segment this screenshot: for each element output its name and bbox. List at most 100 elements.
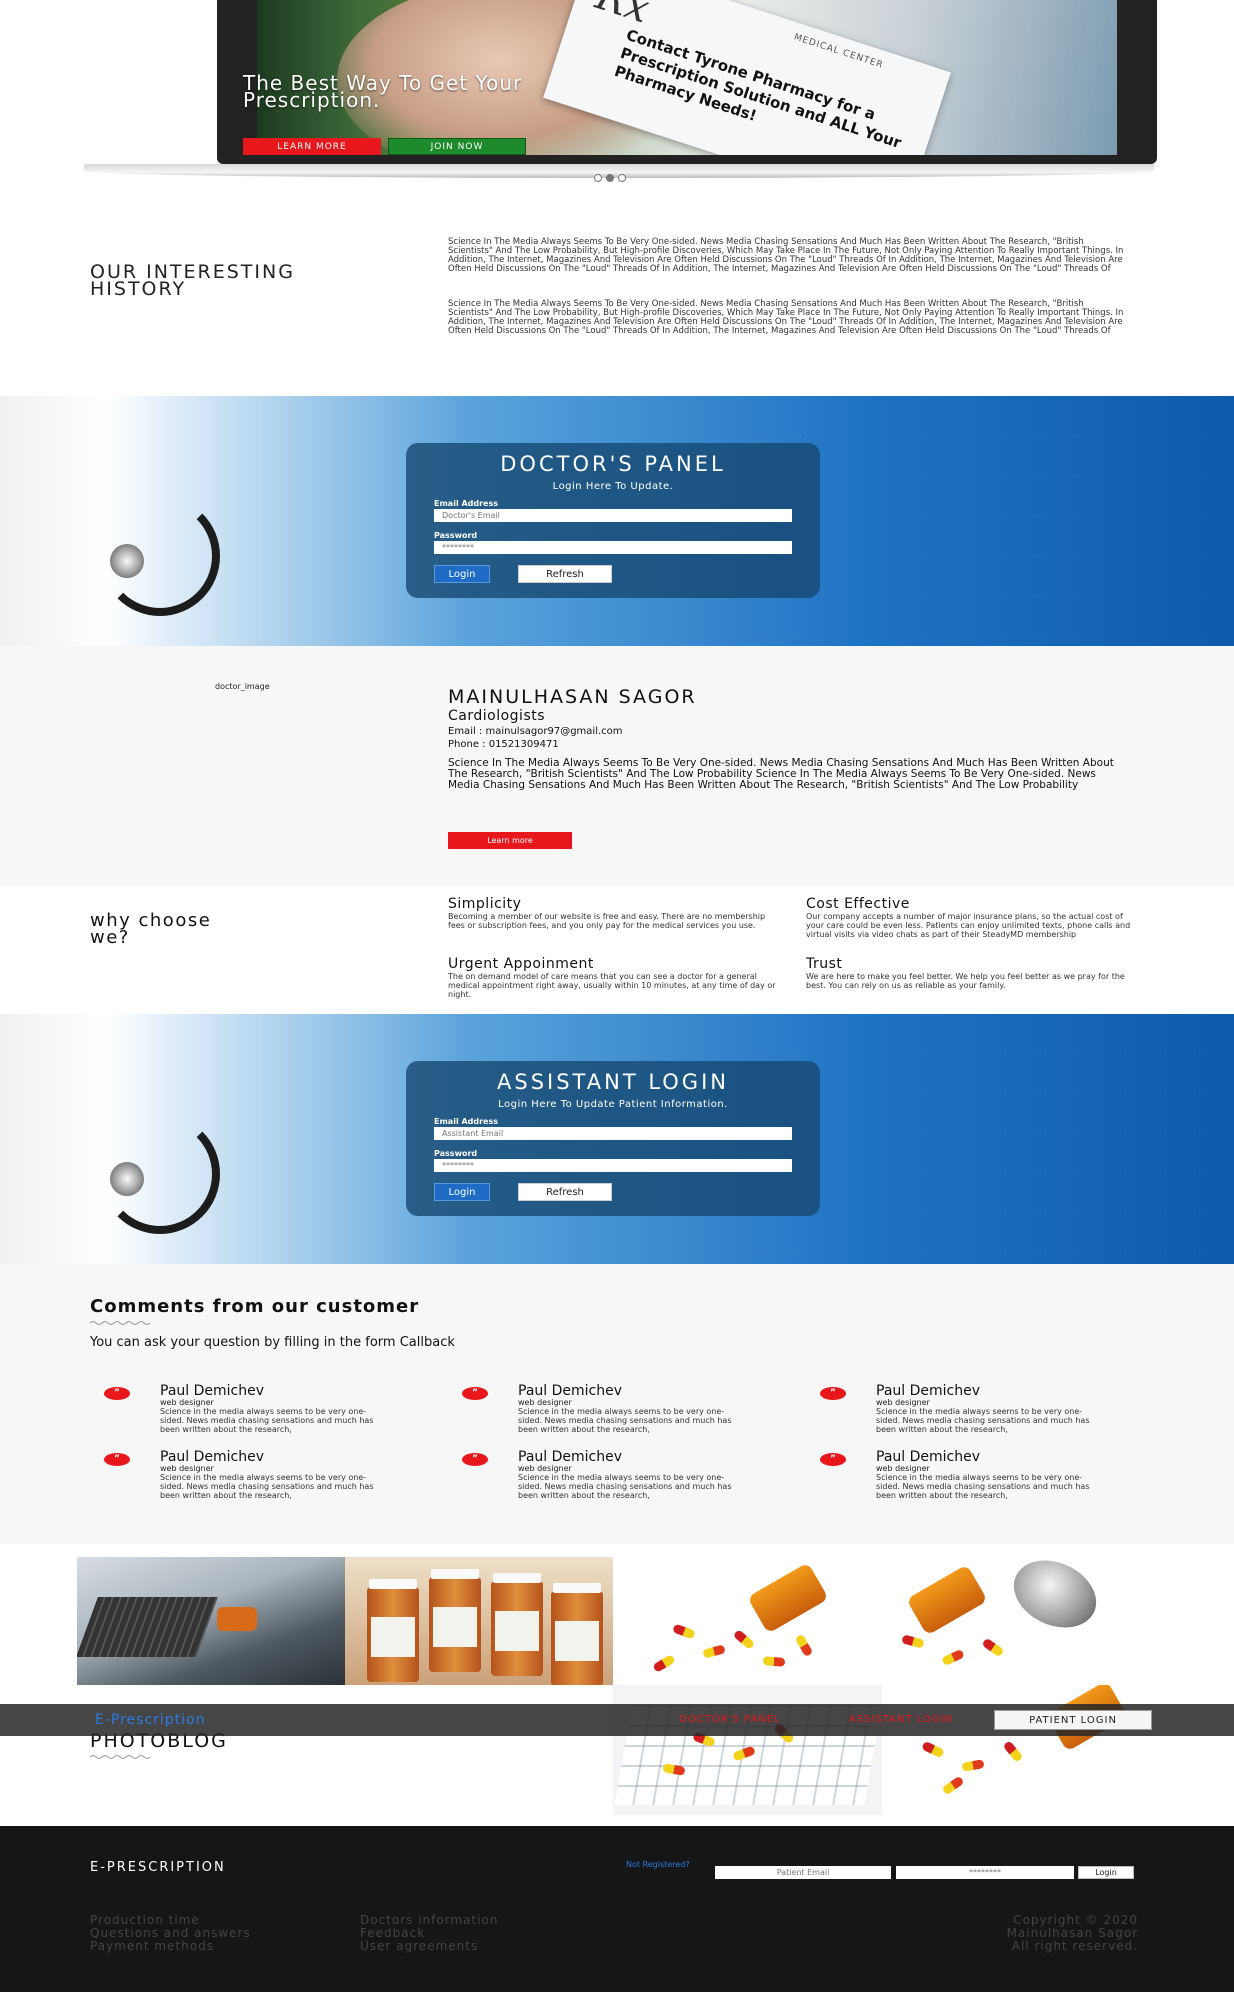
rx-card-header: MEDICAL CENTER xyxy=(792,32,885,71)
capsule-icon xyxy=(901,1634,925,1649)
background-pattern xyxy=(760,1014,1234,1264)
doctor-name: MAINULHASAN SAGOR xyxy=(448,686,697,708)
comment-text: Science in the media always seems to be … xyxy=(518,1407,732,1434)
rx-icon: Rx xyxy=(590,0,655,33)
capsule-icon xyxy=(794,1633,814,1658)
quote-icon: ” xyxy=(820,1387,846,1400)
join-now-button[interactable]: JOIN NOW xyxy=(388,138,526,155)
capsule-icon xyxy=(672,1623,696,1640)
doctor-learn-more-button[interactable]: Learn more xyxy=(448,832,572,849)
feature-title: Urgent Appoinment xyxy=(448,956,594,972)
carousel-indicators xyxy=(594,174,626,182)
commenter-role: web designer xyxy=(876,1398,930,1407)
commenter-role: web designer xyxy=(160,1398,214,1407)
doctor-email-input[interactable] xyxy=(434,509,792,522)
hero-section: Rx MEDICAL CENTER Contact Tyrone Pharmac… xyxy=(0,0,1234,200)
feature-simplicity: Simplicity Becoming a member of our webs… xyxy=(448,896,778,930)
footer-link-payment[interactable]: Payment methods xyxy=(90,1940,251,1953)
commenter-name: Paul Demichev xyxy=(876,1449,980,1465)
comments-section: Comments from our customer You can ask y… xyxy=(0,1264,1234,1544)
history-title: OUR INTERESTING HISTORY xyxy=(90,261,295,300)
capsule-icon xyxy=(961,1759,985,1772)
doctor-image: doctor_image xyxy=(215,682,270,691)
patient-password-input[interactable] xyxy=(896,1866,1074,1879)
nav-assistant-login[interactable]: ASSISTANT LOGIN xyxy=(816,1710,986,1730)
brand-link[interactable]: E-Prescription xyxy=(95,1712,206,1728)
pill-bottle-image xyxy=(747,1562,829,1634)
commenter-role: web designer xyxy=(518,1464,572,1473)
feature-title: Simplicity xyxy=(448,896,522,912)
doctor-login-button[interactable]: Login xyxy=(434,565,490,583)
capsule-icon xyxy=(981,1637,1005,1658)
feature-text: We are here to make you feel better. We … xyxy=(806,972,1125,990)
patient-login-button[interactable]: Login xyxy=(1078,1866,1134,1879)
assistant-refresh-button[interactable]: Refresh xyxy=(518,1183,612,1201)
feature-text: Our company accepts a number of major in… xyxy=(806,912,1131,939)
doctor-panel-title: DOCTOR'S PANEL xyxy=(500,452,726,476)
commenter-name: Paul Demichev xyxy=(160,1449,264,1465)
why-choose-title: why choose we? xyxy=(90,910,212,948)
background-pattern xyxy=(760,396,1234,646)
commenter-role: web designer xyxy=(518,1398,572,1407)
carousel-dot[interactable] xyxy=(618,174,626,182)
carousel-dot-active[interactable] xyxy=(606,174,614,182)
pill-bottle-image xyxy=(429,1569,481,1672)
doctor-login-form: DOCTOR'S PANEL Login Here To Update. Ema… xyxy=(406,443,820,598)
photo-mouse-capsules[interactable] xyxy=(882,1557,1151,1685)
nav-patient-login[interactable]: PATIENT LOGIN xyxy=(994,1710,1152,1730)
pill-bottle-image xyxy=(491,1573,543,1676)
assistant-login-button[interactable]: Login xyxy=(434,1183,490,1201)
comment-text: Science in the media always seems to be … xyxy=(160,1473,374,1500)
feature-cost-effective: Cost Effective Our company accepts a num… xyxy=(806,896,1136,939)
commenter-role: web designer xyxy=(876,1464,930,1473)
top-navbar: E-Prescription DOCTOR'S PANEL ASSISTANT … xyxy=(0,1704,1234,1736)
why-choose-section: why choose we? Simplicity Becoming a mem… xyxy=(0,886,1234,1014)
assistant-password-input[interactable] xyxy=(434,1159,792,1172)
commenter-name: Paul Demichev xyxy=(160,1383,264,1399)
wave-divider-icon xyxy=(90,1321,151,1325)
quote-icon: ” xyxy=(104,1387,130,1400)
capsule-icon xyxy=(762,1656,786,1667)
doctor-password-input[interactable] xyxy=(434,541,792,554)
commenter-name: Paul Demichev xyxy=(876,1383,980,1399)
learn-more-button[interactable]: LEARN MORE xyxy=(243,138,381,155)
nav-doctors-panel[interactable]: DOCTOR'S PANEL xyxy=(655,1710,805,1730)
doctor-bio: Science In The Media Always Seems To Be … xyxy=(448,757,1114,791)
footer-brand: E-PRESCRIPTION xyxy=(90,1860,226,1875)
doctor-email: Email : mainulsagor97@gmail.com xyxy=(448,726,623,737)
footer-links-column: Production time Questions and answers Pa… xyxy=(90,1914,251,1953)
feature-title: Cost Effective xyxy=(806,896,910,912)
comment-text: Science in the media always seems to be … xyxy=(518,1473,732,1500)
doctor-panel-subtitle: Login Here To Update. xyxy=(552,481,674,492)
pill-bottle-image xyxy=(551,1583,603,1685)
doctor-specialty: Cardiologists xyxy=(448,708,546,724)
assistant-email-input[interactable] xyxy=(434,1127,792,1140)
doctor-profile-section: doctor_image MAINULHASAN SAGOR Cardiolog… xyxy=(0,646,1234,886)
carousel-dot[interactable] xyxy=(594,174,602,182)
comment-text: Science in the media always seems to be … xyxy=(160,1407,374,1434)
doctor-phone: Phone : 01521309471 xyxy=(448,739,559,750)
feature-trust: Trust We are here to make you feel bette… xyxy=(806,956,1136,990)
quote-icon: ” xyxy=(462,1387,488,1400)
capsule-icon xyxy=(652,1654,676,1673)
photo-laptop-pills[interactable] xyxy=(77,1557,345,1685)
footer-link-agreements[interactable]: User agreements xyxy=(360,1940,498,1953)
photo-spilled-capsules[interactable] xyxy=(613,1557,882,1685)
feature-title: Trust xyxy=(806,956,843,972)
feature-text: The on demand model of care means that y… xyxy=(448,972,776,999)
doctor-refresh-button[interactable]: Refresh xyxy=(518,565,612,583)
password-label: Password xyxy=(434,531,478,540)
stethoscope-head-icon xyxy=(110,1162,144,1196)
quote-icon: ” xyxy=(820,1453,846,1466)
history-paragraph: Science In The Media Always Seems To Be … xyxy=(448,237,1124,274)
photo-pill-bottles[interactable] xyxy=(345,1557,613,1685)
footer: E-PRESCRIPTION Not Registered? Login Pro… xyxy=(0,1826,1234,1992)
quote-icon: ” xyxy=(462,1453,488,1466)
not-registered-link[interactable]: Not Registered? xyxy=(626,1860,706,1870)
history-section: OUR INTERESTING HISTORY Science In The M… xyxy=(0,200,1234,396)
capsule-icon xyxy=(941,1648,965,1667)
pill-bottle-image xyxy=(217,1607,257,1631)
hero-title: The Best Way To Get Your Prescription. xyxy=(243,71,523,112)
capsule-icon xyxy=(732,1628,756,1651)
patient-email-input[interactable] xyxy=(715,1866,891,1879)
